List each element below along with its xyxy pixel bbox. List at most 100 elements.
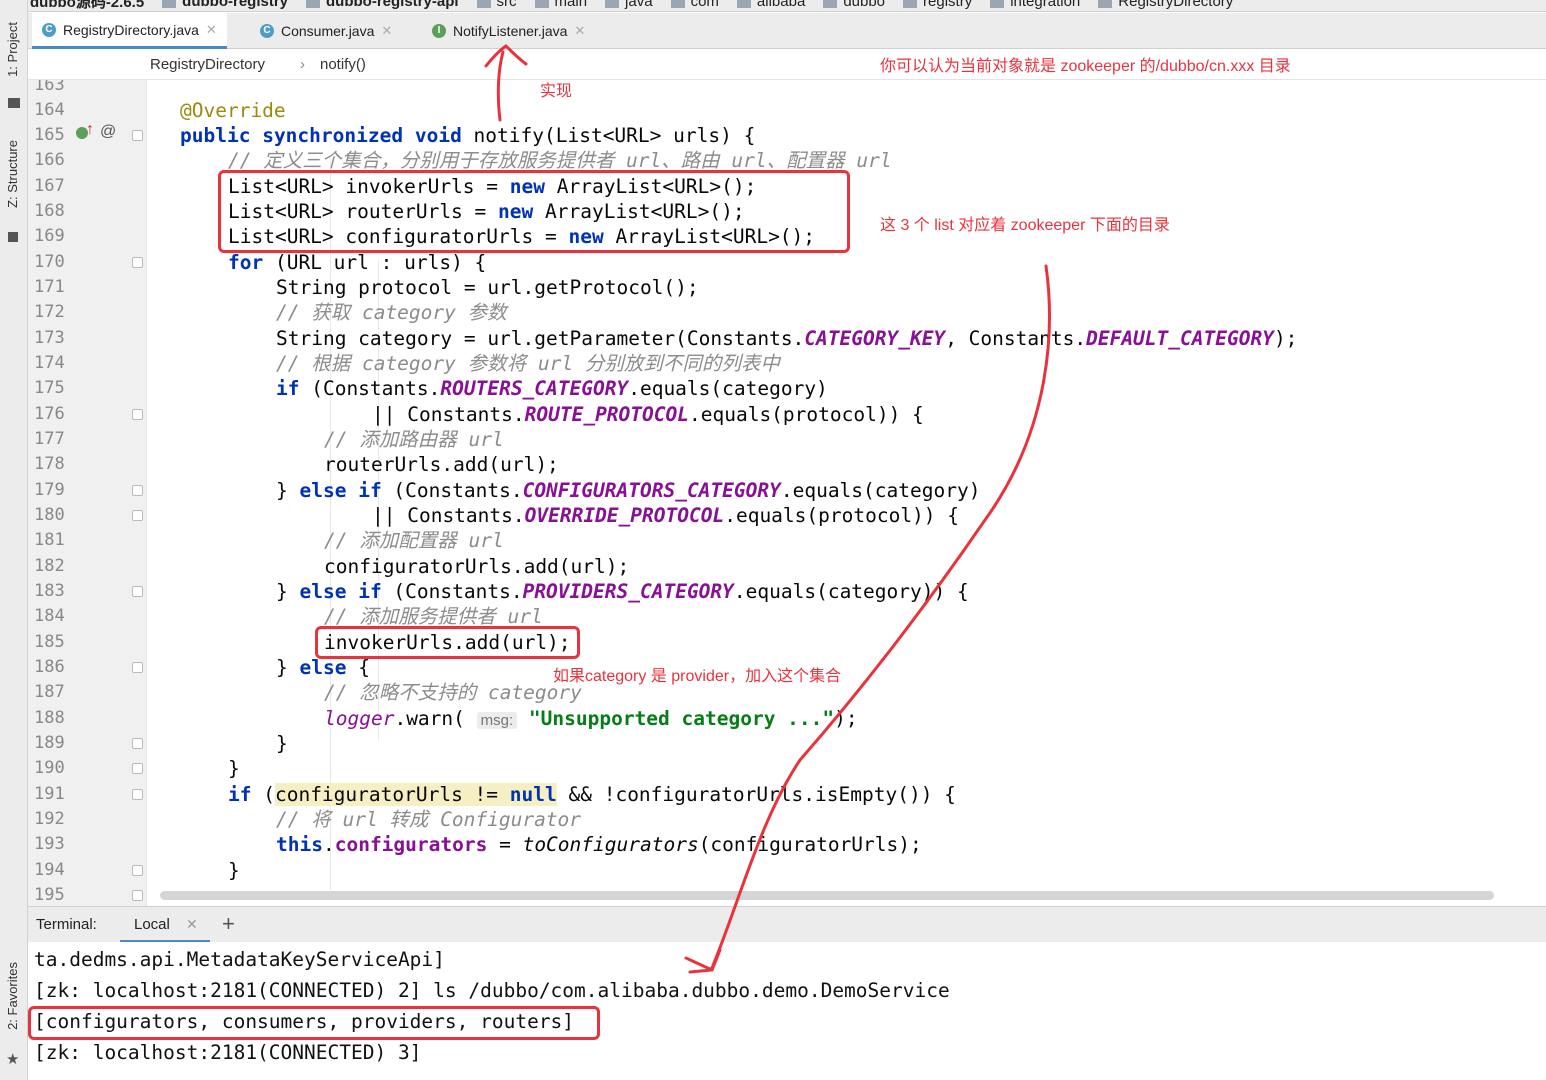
fold-icon[interactable] [132, 662, 143, 673]
line-number: 163 [34, 80, 65, 95]
terminal-tab-local[interactable]: Local ✕ [120, 907, 210, 943]
folder-icon [605, 0, 620, 8]
tab-notify-listener[interactable]: I NotifyListener.java ✕ [422, 13, 595, 49]
breadcrumb-item[interactable]: dubbo-registry-api [306, 0, 459, 11]
close-icon[interactable]: ✕ [206, 22, 217, 38]
breadcrumb-item[interactable]: registry [903, 0, 972, 11]
breadcrumb-item[interactable]: java [605, 0, 653, 11]
star-icon: ★ [6, 1051, 20, 1068]
annotation-box-invoker-add [315, 626, 580, 659]
fold-icon[interactable] [132, 763, 143, 774]
fold-icon[interactable] [132, 257, 143, 268]
fold-icon[interactable] [132, 865, 143, 876]
line-number: 186 [34, 657, 65, 677]
breadcrumb-item[interactable]: alibaba [736, 0, 805, 11]
new-terminal-button[interactable]: + [222, 911, 235, 937]
code-line-193: this.configurators = toConfigurators(con… [276, 833, 922, 856]
breadcrumb-item[interactable]: src [476, 0, 517, 11]
line-number: 190 [34, 758, 65, 778]
breadcrumb-item[interactable]: dubbo-registry [162, 0, 288, 11]
fold-icon[interactable] [132, 130, 143, 141]
line-number: 167 [34, 176, 65, 196]
code-line-192: // 将 url 转成 Configurator [276, 808, 582, 831]
editor-gutter: 163 164 165 166 167 168 169 170 171 172 … [28, 80, 146, 906]
editor-breadcrumb: RegistryDirectory › notify() [28, 50, 1546, 80]
line-number: 192 [34, 809, 65, 829]
line-number: 188 [34, 708, 65, 728]
code-line-171: String protocol = url.getProtocol(); [276, 276, 699, 299]
tab-label: NotifyListener.java [453, 23, 568, 39]
line-number: 170 [34, 252, 65, 272]
line-number: 193 [34, 834, 65, 854]
code-line-179: } else if (Constants.CONFIGURATORS_CATEG… [276, 479, 981, 502]
folder-icon [534, 0, 549, 8]
fold-icon[interactable] [132, 738, 143, 749]
line-number: 189 [34, 733, 65, 753]
breadcrumb-class[interactable]: RegistryDirectory [150, 56, 265, 73]
code-line-187: // 忽略不支持的 category [324, 681, 582, 704]
code-line-164: @Override [180, 99, 286, 122]
close-icon[interactable]: ✕ [186, 916, 198, 933]
parameter-hint: msg: [476, 712, 518, 729]
code-line-170: for (URL url : urls) { [228, 251, 487, 274]
fold-icon[interactable] [132, 485, 143, 496]
class-icon: C [42, 22, 56, 37]
fold-icon[interactable] [132, 890, 143, 901]
breadcrumb-item[interactable]: RegistryDirectory [1098, 0, 1233, 11]
package-icon [823, 0, 838, 8]
breadcrumb-item[interactable]: com [670, 0, 719, 11]
navigation-bar: dubbo源码-2.6.5 dubbo-registry dubbo-regis… [0, 0, 1546, 12]
package-icon [990, 0, 1005, 8]
fold-icon[interactable] [132, 789, 143, 800]
code-line-194: } [228, 859, 240, 882]
line-number: 168 [34, 201, 65, 221]
line-number: 184 [34, 606, 65, 626]
code-line-175: if (Constants.ROUTERS_CATEGORY.equals(ca… [276, 377, 828, 400]
annotation-note-provider: 如果category 是 provider，加入这个集合 [553, 668, 842, 685]
line-number: 176 [34, 404, 65, 424]
line-number: 166 [34, 150, 65, 170]
breadcrumb-item[interactable]: main [534, 0, 587, 11]
breadcrumb-method[interactable]: notify() [320, 56, 366, 73]
project-tool-tab[interactable]: 1: Project [2, 22, 26, 117]
favorites-tool-tab[interactable]: 2: Favorites ★ [2, 962, 26, 1072]
fold-icon[interactable] [132, 510, 143, 521]
class-icon: C [260, 24, 274, 38]
line-number: 185 [34, 632, 65, 652]
line-number: 175 [34, 378, 65, 398]
code-line-189: } [276, 732, 288, 755]
line-number: 177 [34, 429, 65, 449]
class-icon [1098, 0, 1113, 8]
line-number: 187 [34, 682, 65, 702]
breadcrumb-item[interactable]: dubbo源码-2.6.5 [10, 0, 144, 11]
code-line-178: routerUrls.add(url); [324, 453, 559, 476]
close-icon[interactable]: ✕ [574, 23, 585, 39]
terminal-label: Terminal: [36, 916, 97, 933]
code-line-172: // 获取 category 参数 [276, 301, 507, 324]
line-number: 178 [34, 454, 65, 474]
terminal-line: [zk: localhost:2181(CONNECTED) 2] ls /du… [34, 979, 950, 1002]
tab-consumer[interactable]: C Consumer.java ✕ [250, 13, 402, 49]
fold-icon[interactable] [132, 586, 143, 597]
structure-tool-tab[interactable]: Z: Structure [2, 140, 26, 250]
horizontal-scrollbar[interactable] [160, 891, 1494, 900]
line-number: 174 [34, 353, 65, 373]
structure-icon [8, 232, 18, 242]
close-icon[interactable]: ✕ [381, 23, 392, 39]
line-number: 173 [34, 328, 65, 348]
folder-icon [8, 98, 20, 108]
line-number: 179 [34, 480, 65, 500]
terminal-tab-label: Local [134, 916, 170, 933]
annotation-note-top: 你可以认为当前对象就是 zookeeper 的/dubbo/cn.xxx 目录 [880, 58, 1291, 75]
code-line-183: } else if (Constants.PROVIDERS_CATEGORY.… [276, 580, 969, 603]
breadcrumb-item[interactable]: integration [990, 0, 1080, 11]
tab-label: Consumer.java [281, 23, 375, 39]
code-line-181: // 添加配置器 url [324, 529, 504, 552]
breadcrumb-item[interactable]: dubbo [823, 0, 885, 11]
arrow-up-icon: ↑ [86, 121, 94, 138]
line-number: 195 [34, 885, 65, 905]
terminal-line: [zk: localhost:2181(CONNECTED) 3] [34, 1041, 422, 1064]
tab-registry-directory[interactable]: C RegistryDirectory.java ✕ [32, 13, 227, 49]
fold-icon[interactable] [132, 409, 143, 420]
annotation-at-icon: @ [100, 123, 117, 140]
